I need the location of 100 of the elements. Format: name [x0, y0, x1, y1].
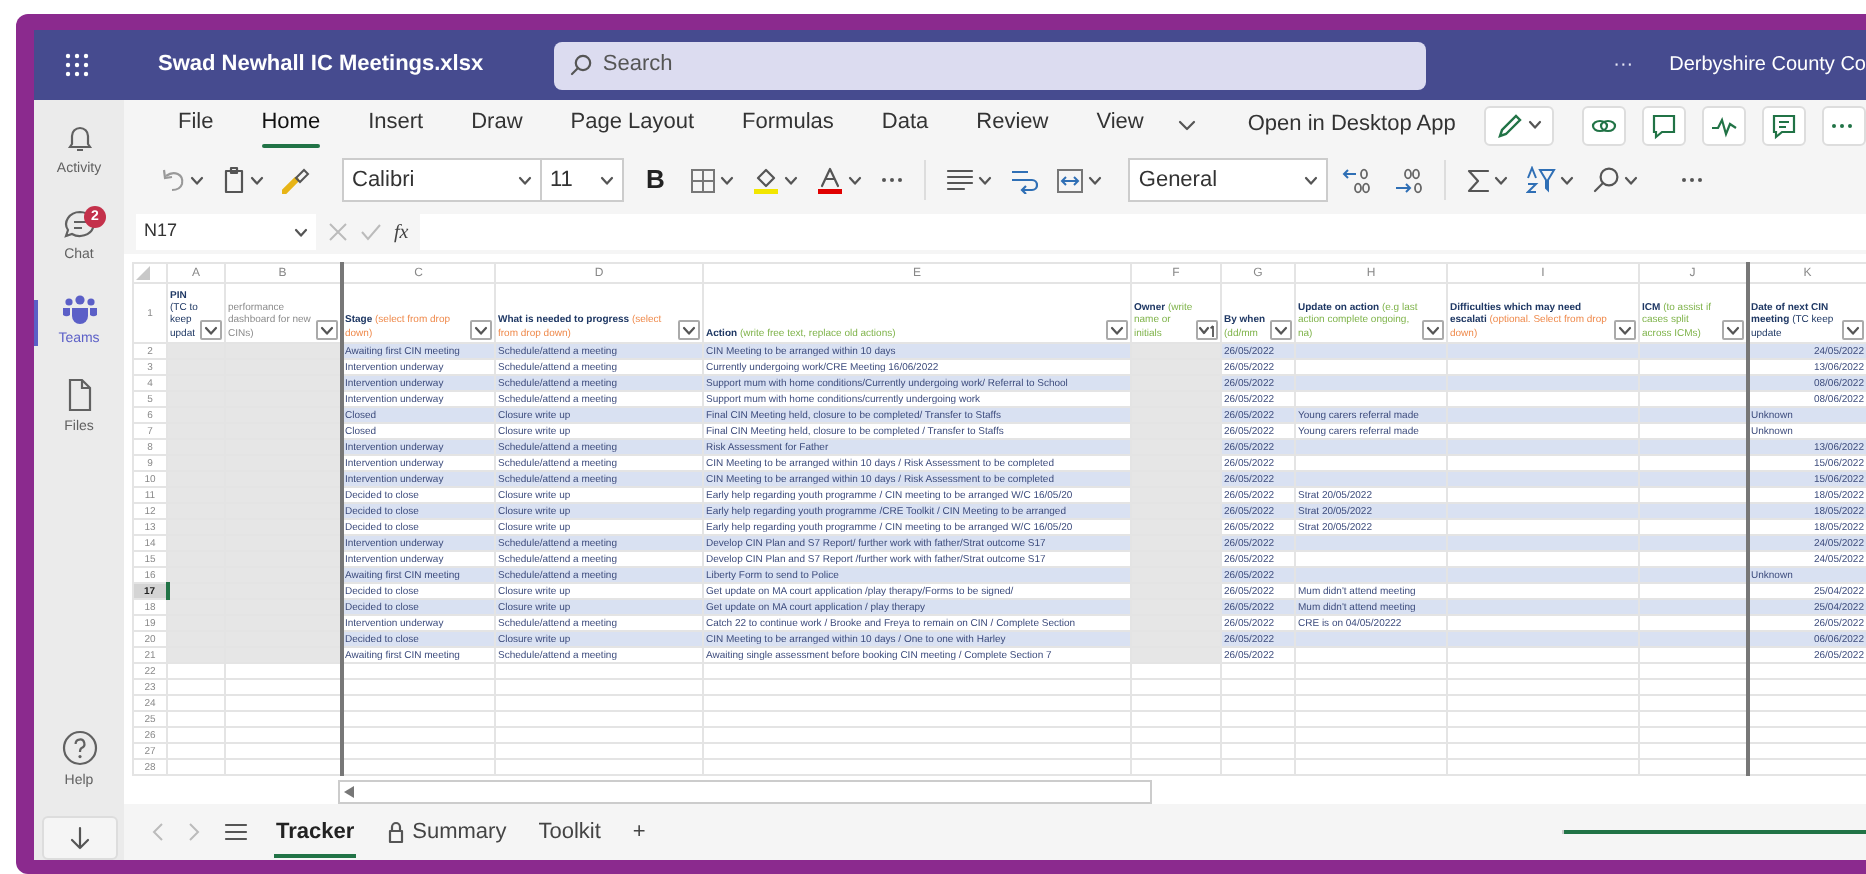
caret-icon — [1560, 175, 1575, 185]
scroll-left-icon[interactable] — [344, 786, 354, 798]
caret-icon — [1624, 175, 1639, 185]
chevron-icon — [1177, 119, 1196, 131]
lock-icon — [386, 820, 407, 844]
note-icon — [1770, 111, 1798, 139]
filter-button[interactable] — [200, 320, 222, 340]
chevron-icon — [1110, 325, 1124, 335]
ribbon-tab[interactable]: Formulas — [724, 102, 852, 148]
filter-button[interactable] — [1422, 320, 1444, 340]
editing-button[interactable] — [1483, 105, 1554, 145]
sort-icon — [1198, 323, 1216, 337]
caret-icon — [720, 175, 735, 185]
wrap-text-icon — [1010, 167, 1039, 193]
caret-icon — [1494, 175, 1509, 185]
filter-button[interactable] — [470, 320, 492, 340]
font-size-field[interactable]: 11 — [540, 158, 624, 202]
download-icon — [69, 825, 89, 851]
ribbon-tab[interactable]: Page Layout — [552, 102, 713, 148]
horizontal-scrollbar[interactable] — [338, 780, 1152, 804]
font-color-icon — [816, 166, 845, 194]
open-desktop-button[interactable]: Open in Desktop App — [1235, 106, 1468, 144]
caret-icon — [250, 175, 264, 185]
link-button[interactable] — [1582, 105, 1626, 145]
caret-icon — [1527, 120, 1542, 130]
add-sheet-button[interactable]: + — [624, 809, 654, 855]
help-icon — [61, 729, 97, 766]
merge-cells-icon — [1056, 167, 1085, 193]
number-format-field[interactable]: General — [1128, 158, 1329, 202]
filter-button[interactable] — [1842, 320, 1864, 340]
caret-icon — [784, 175, 799, 185]
caret-icon — [1304, 175, 1319, 185]
notes-button[interactable] — [1762, 105, 1806, 145]
more-icon — [1680, 174, 1705, 186]
ribbon-tab[interactable]: File — [160, 102, 232, 148]
name-box[interactable]: N17 — [136, 214, 316, 250]
more-icon — [880, 174, 905, 186]
caret-icon — [190, 175, 204, 185]
sheet-tab[interactable]: Summary — [378, 809, 515, 855]
ribbon-tab[interactable]: Draw — [453, 102, 541, 148]
brush-icon — [282, 166, 312, 194]
function-button[interactable]: fx — [394, 217, 409, 247]
filter-button[interactable] — [1721, 320, 1743, 340]
chevron-icon — [682, 325, 696, 335]
sheet-tab[interactable]: Toolkit — [530, 809, 609, 855]
ribbon-tab[interactable]: View — [1078, 102, 1162, 148]
more-button[interactable]: ··· — [1601, 48, 1646, 82]
file-icon — [65, 378, 93, 413]
filter-button[interactable] — [1106, 320, 1128, 340]
more-icon — [1830, 119, 1858, 131]
decrease-decimal-icon — [1392, 166, 1425, 194]
file-title: Swad Newhall IC Meetings.xlsx — [155, 50, 486, 81]
ribbon-tab[interactable]: Review — [958, 102, 1067, 148]
activity-button[interactable] — [1702, 105, 1746, 145]
ribbon-tab[interactable]: Home — [243, 102, 339, 148]
filter-button[interactable] — [678, 320, 700, 340]
comment-button[interactable] — [1642, 105, 1686, 145]
search-icon — [1592, 166, 1621, 194]
search-icon — [570, 54, 593, 76]
filter-button[interactable] — [1270, 320, 1292, 340]
caret-icon — [848, 175, 863, 185]
menu-icon — [224, 822, 248, 842]
undo-icon — [160, 168, 186, 192]
increase-decimal-icon — [1342, 166, 1375, 194]
filter-button[interactable] — [1196, 320, 1218, 340]
chevron-icon — [1846, 325, 1860, 335]
caret-icon — [294, 227, 308, 237]
caret-icon — [600, 175, 614, 185]
ribbon-tab[interactable]: Insert — [350, 102, 442, 148]
caret-icon — [518, 175, 532, 185]
more-button[interactable] — [1822, 105, 1866, 145]
chevron-icon — [319, 325, 333, 335]
chevron-icon — [1618, 325, 1632, 335]
align-icon — [946, 168, 975, 192]
comment-icon — [1650, 111, 1678, 139]
pencil-icon — [1495, 111, 1524, 139]
caret-icon — [1088, 175, 1103, 185]
app-launcher-icon — [64, 52, 91, 78]
chevron-icon — [1426, 325, 1440, 335]
chevron-left-icon — [152, 822, 164, 842]
sheet-tab[interactable]: Tracker — [268, 809, 363, 855]
chat-icon — [61, 207, 97, 240]
chevron-icon — [474, 325, 488, 335]
chevron-icon — [1725, 325, 1739, 335]
organization-name: Derbyshire County Co — [1669, 52, 1866, 80]
filter-button[interactable] — [315, 320, 337, 340]
people-icon — [61, 294, 97, 325]
bold-button[interactable]: B — [634, 160, 677, 200]
font-field[interactable]: Calibri — [342, 158, 542, 202]
chevron-right-icon — [188, 822, 200, 842]
filter-button[interactable] — [1614, 320, 1636, 340]
sort-filter-icon — [1526, 166, 1557, 194]
chevron-icon — [204, 325, 218, 335]
search-field[interactable]: Search — [554, 41, 1426, 89]
paint-bucket-icon — [752, 166, 781, 194]
download-button[interactable] — [41, 816, 117, 860]
ribbon-tab[interactable]: Data — [863, 102, 947, 148]
clipboard-icon — [222, 166, 246, 194]
chevron-icon — [1274, 325, 1288, 335]
bell-icon — [63, 121, 95, 154]
